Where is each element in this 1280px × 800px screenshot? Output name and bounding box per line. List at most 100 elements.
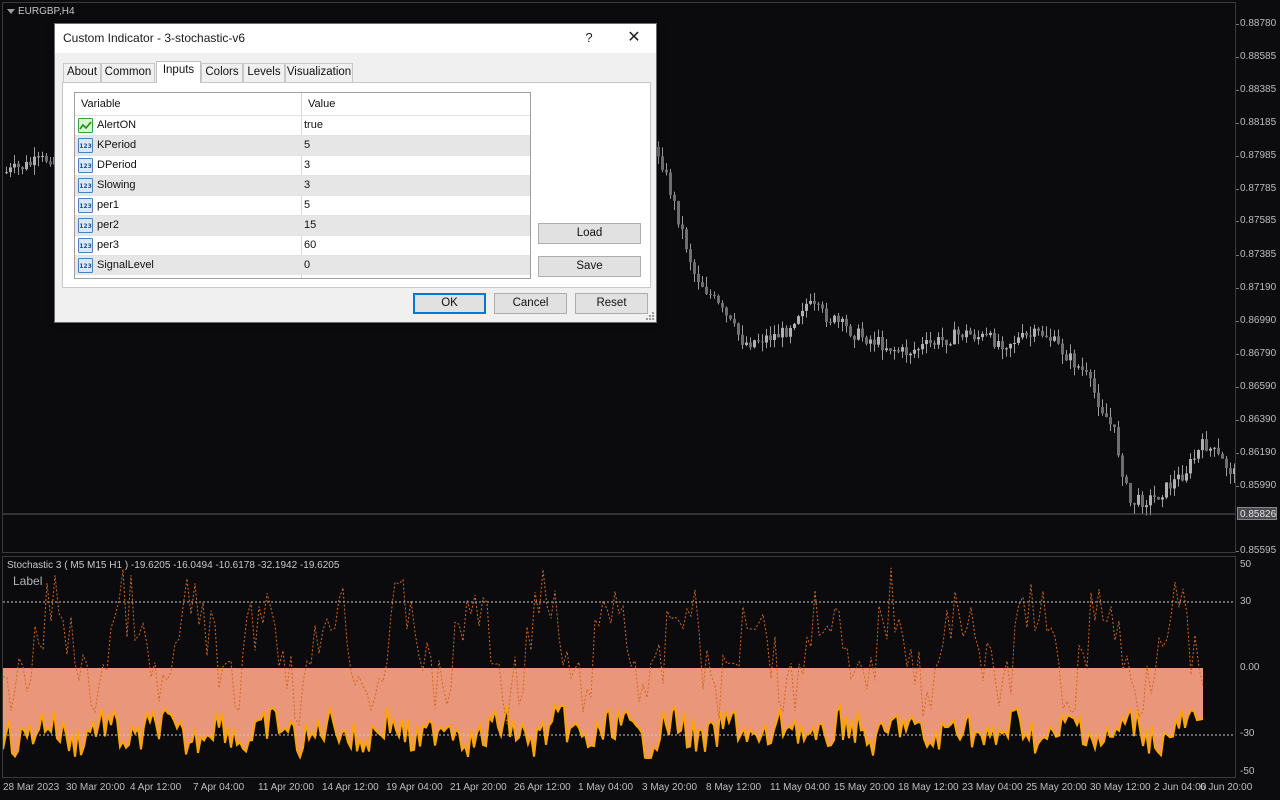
candle-body (721, 302, 724, 308)
param-row-per3[interactable]: 123 per3 60 (75, 235, 530, 255)
param-value[interactable]: 15 (304, 216, 316, 235)
candle-body (905, 347, 908, 356)
candle-body (1121, 455, 1124, 477)
candle-body (1149, 495, 1152, 506)
param-value[interactable]: 3 (304, 156, 310, 175)
bool-icon (78, 118, 93, 133)
price-tick (1236, 354, 1239, 355)
load-button[interactable]: Load (538, 223, 641, 244)
candle-body (1129, 482, 1132, 503)
candle-body (677, 200, 680, 225)
candle-body (701, 282, 704, 287)
candle-body (773, 334, 776, 341)
candle-body (741, 334, 744, 345)
tab-inputs[interactable]: Inputs (156, 61, 201, 83)
time-label: 14 Apr 12:00 (322, 782, 379, 793)
candle-body (921, 344, 924, 350)
tab-levels[interactable]: Levels (243, 63, 285, 82)
candle-body (789, 328, 792, 337)
int-icon: 123 (78, 178, 93, 193)
column-header-variable[interactable]: Variable (75, 93, 301, 115)
help-button[interactable]: ? (577, 27, 601, 49)
param-name: DPeriod (97, 159, 137, 171)
candle-body (1213, 447, 1216, 449)
candle-body (717, 296, 720, 303)
candle-body (41, 155, 44, 157)
time-axis[interactable]: 28 Mar 2023 30 Mar 20:00 4 Apr 12:00 7 Apr … (0, 779, 1252, 800)
price-tick (1236, 57, 1239, 58)
param-value[interactable]: 0 (304, 256, 310, 275)
tab-common[interactable]: Common (101, 63, 155, 82)
candle-body (693, 262, 696, 274)
param-row-dperiod[interactable]: 123 DPeriod 3 (75, 155, 530, 175)
param-value[interactable]: 5 (304, 196, 310, 215)
param-row-per1[interactable]: 123 per1 5 (75, 195, 530, 215)
candle-body (897, 350, 900, 352)
candle-body (1189, 459, 1192, 474)
level-label: -50 (1240, 766, 1255, 777)
column-header-value[interactable]: Value (302, 93, 530, 115)
candle-body (981, 333, 984, 338)
svg-text:123: 123 (79, 263, 92, 270)
ok-button[interactable]: OK (413, 293, 486, 314)
candle-body (1025, 332, 1028, 336)
int-icon: 123 (78, 218, 93, 233)
candle-body (1101, 407, 1104, 414)
candle-body (1209, 448, 1212, 451)
candle-body (673, 194, 676, 201)
candle-body (1165, 482, 1168, 498)
candle-body (993, 332, 996, 347)
save-button[interactable]: Save (538, 256, 641, 277)
close-button[interactable]: ✕ (620, 27, 648, 49)
tab-about[interactable]: About (63, 63, 101, 82)
candle-body (1069, 353, 1072, 361)
candle-body (849, 326, 852, 336)
param-name: per2 (97, 219, 120, 231)
param-value[interactable]: 5 (304, 136, 310, 155)
candle-body (697, 273, 700, 283)
candle-body (1045, 335, 1048, 338)
param-name: Slowing (97, 179, 136, 191)
param-row-alerton[interactable]: AlertON true (75, 115, 530, 135)
candle-body (1001, 341, 1004, 350)
param-value[interactable]: 60 (304, 236, 316, 255)
dialog-titlebar[interactable]: Custom Indicator - 3-stochastic-v6 ? ✕ (55, 24, 656, 53)
tab-colors[interactable]: Colors (201, 63, 243, 82)
price-axis[interactable]: 0.88780 0.88585 0.88385 0.88185 0.87985 0.877… (1236, 0, 1280, 556)
candle-body (661, 156, 664, 170)
resize-grip-icon[interactable] (646, 312, 654, 320)
candle-body (937, 337, 940, 345)
param-value[interactable]: true (304, 116, 323, 135)
candle-body (1085, 369, 1088, 372)
candle-body (1037, 328, 1040, 331)
int-icon: 123 (78, 238, 93, 253)
price-label: 0.86390 (1240, 414, 1277, 425)
candle-body (889, 348, 892, 351)
time-label: 30 Mar 20:00 (66, 782, 125, 793)
param-row-signallevel[interactable]: 123 SignalLevel 0 (75, 255, 530, 275)
chart-symbol[interactable]: EURGBP,H4 (7, 6, 75, 17)
tab-visualization[interactable]: Visualization (285, 63, 353, 82)
indicator-window[interactable]: Stochastic 3 ( M5 M15 H1 ) -19.6205 -16.… (2, 556, 1236, 778)
param-row-kperiod[interactable]: 123 KPeriod 5 (75, 135, 530, 155)
cancel-button[interactable]: Cancel (494, 293, 567, 314)
param-row-per2[interactable]: 123 per2 15 (75, 215, 530, 235)
candle-body (801, 310, 804, 317)
param-value[interactable]: 3 (304, 176, 310, 195)
candle-body (793, 323, 796, 329)
candle-body (837, 315, 840, 322)
candle-body (1197, 450, 1200, 459)
param-name: KPeriod (97, 139, 137, 151)
price-tick (1236, 90, 1239, 91)
candle-body (1049, 337, 1052, 341)
level-label: -30 (1240, 728, 1255, 739)
param-row-slowing[interactable]: 123 Slowing 3 (75, 175, 530, 195)
candle-body (933, 342, 936, 345)
reset-button[interactable]: Reset (575, 293, 648, 314)
price-tick (1236, 288, 1239, 289)
indicator-axis: 50 30 0.00 -30 -50 (1236, 556, 1280, 779)
candle-body (1073, 353, 1076, 368)
price-tick (1236, 321, 1239, 322)
candle-body (17, 163, 20, 168)
candle-body (769, 335, 772, 341)
